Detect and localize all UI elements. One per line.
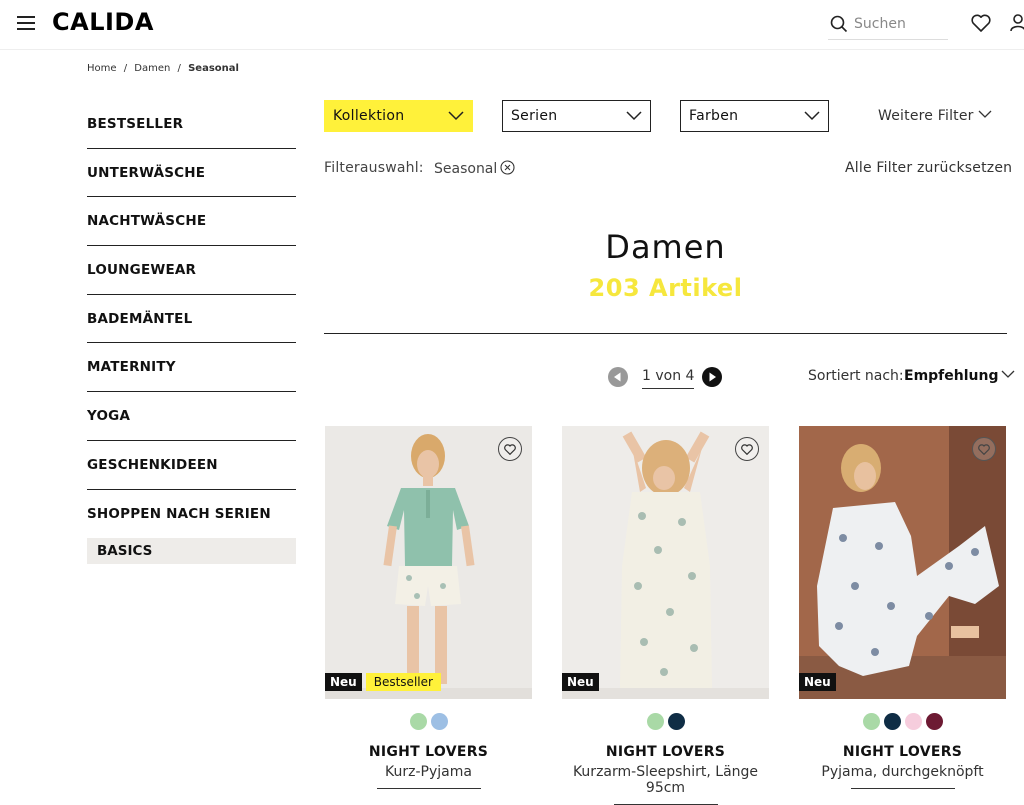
filter-farben-dropdown[interactable]: Farben (680, 100, 829, 132)
filter-kollektion-label: Kollektion (333, 108, 405, 124)
badge-new: Neu (562, 673, 599, 691)
breadcrumb-damen[interactable]: Damen (134, 63, 170, 74)
sidebar-subitem-basics[interactable]: BASICS (87, 538, 296, 565)
chevron-down-icon (978, 110, 992, 118)
chevron-down-icon (448, 111, 464, 121)
breadcrumb-current: Seasonal (188, 63, 239, 74)
filter-chip-label: Seasonal (434, 161, 498, 177)
product-photo-pyjama-short (325, 426, 532, 699)
sidebar-item-shoppen-nach-serien[interactable]: SHOPPEN NACH SERIEN (87, 490, 296, 539)
heart-icon (978, 443, 990, 455)
product-name[interactable]: Pyjama, durchgeknöpft (799, 764, 1006, 780)
product-series[interactable]: NIGHT LOVERS (562, 744, 769, 760)
color-swatch-green[interactable] (409, 713, 427, 730)
add-to-wishlist-button[interactable] (498, 437, 522, 461)
product-name[interactable]: Kurzarm-Sleepshirt, Länge 95cm (562, 764, 769, 796)
breadcrumb-separator: / (123, 63, 128, 74)
divider (324, 333, 1007, 334)
next-page-icon[interactable] (702, 367, 722, 387)
product-image[interactable]: Neu Bestseller (325, 426, 532, 699)
breadcrumb-separator: / (177, 63, 181, 74)
chevron-down-icon (1002, 370, 1015, 378)
sort-label: Sortiert nach: (808, 368, 904, 384)
sort-value: Empfehlung (904, 368, 999, 384)
sidebar-item-geschenkideen[interactable]: GESCHENKIDEEN (87, 441, 296, 490)
chevron-down-icon (626, 111, 642, 121)
color-swatches (799, 713, 1006, 731)
search-box[interactable] (828, 10, 948, 40)
more-filters-label: Weitere Filter (878, 108, 974, 124)
product-badges: Neu (562, 673, 603, 691)
color-swatch-green[interactable] (646, 713, 664, 730)
heart-icon (741, 443, 753, 455)
badge-bestseller: Bestseller (365, 673, 441, 691)
wishlist-icon[interactable] (971, 14, 991, 32)
badge-new: Neu (799, 673, 836, 691)
color-swatch-pink[interactable] (904, 713, 922, 730)
article-count: 203 Artikel (588, 274, 743, 302)
heart-icon (504, 443, 516, 455)
site-header: CALIDA (0, 0, 1024, 50)
color-swatch-light-blue[interactable] (430, 713, 448, 730)
sidebar-item-bademaentel[interactable]: BADEMÄNTEL (87, 295, 296, 344)
sidebar-item-loungewear[interactable]: LOUNGEWEAR (87, 246, 296, 295)
account-icon[interactable] (1010, 14, 1024, 32)
search-icon[interactable] (830, 15, 848, 33)
product-card[interactable]: Neu Bestseller NIGHT LOVERS Kurz-Pyjama (325, 426, 532, 789)
menu-icon[interactable] (17, 16, 35, 30)
badge-new: Neu (325, 673, 362, 691)
color-swatch-navy[interactable] (883, 713, 901, 730)
reset-filters-link[interactable]: Alle Filter zurücksetzen (845, 160, 1012, 176)
product-series[interactable]: NIGHT LOVERS (325, 744, 532, 760)
filter-serien-label: Serien (511, 108, 558, 124)
product-series[interactable]: NIGHT LOVERS (799, 744, 1006, 760)
more-filters-button[interactable]: Weitere Filter (878, 108, 992, 124)
product-photo-sleepshirt (562, 426, 769, 699)
color-swatches (562, 713, 769, 731)
sidebar-item-bestseller[interactable]: BESTSELLER (87, 100, 296, 149)
divider (850, 788, 955, 789)
sidebar-item-unterwaesche[interactable]: UNTERWÄSCHE (87, 149, 296, 198)
product-image[interactable]: Neu (799, 426, 1006, 699)
category-sidebar: BESTSELLER UNTERWÄSCHE NACHTWÄSCHE LOUNG… (87, 100, 296, 565)
sidebar-item-maternity[interactable]: MATERNITY (87, 343, 296, 393)
product-badges: Neu (799, 673, 840, 691)
color-swatch-burgundy[interactable] (925, 713, 943, 730)
filter-serien-dropdown[interactable]: Serien (502, 100, 651, 132)
add-to-wishlist-button[interactable] (972, 437, 996, 461)
brand-logo[interactable]: CALIDA (52, 8, 154, 36)
breadcrumb-home[interactable]: Home (87, 63, 117, 74)
previous-page-icon[interactable] (608, 367, 628, 387)
sidebar-item-nachtwaesche[interactable]: NACHTWÄSCHE (87, 197, 296, 247)
filter-selection-label: Filterauswahl: (324, 160, 424, 176)
filter-chip-seasonal[interactable]: Seasonal (434, 160, 515, 177)
product-photo-pyjama-long (799, 426, 1006, 699)
color-swatch-green[interactable] (862, 713, 880, 730)
chevron-down-icon (804, 111, 820, 121)
page-indicator[interactable]: 1 von 4 (642, 368, 695, 389)
product-card[interactable]: Neu NIGHT LOVERS Kurzarm-Sleepshirt, Län… (562, 426, 769, 805)
search-input[interactable] (854, 13, 946, 35)
remove-filter-icon[interactable] (500, 160, 515, 175)
breadcrumb: Home / Damen / Seasonal (87, 63, 243, 74)
filter-kollektion-dropdown[interactable]: Kollektion (324, 100, 473, 132)
sidebar-item-yoga[interactable]: YOGA (87, 392, 296, 441)
sort-dropdown[interactable]: Empfehlung (904, 368, 1015, 384)
color-swatch-navy[interactable] (667, 713, 685, 730)
add-to-wishlist-button[interactable] (735, 437, 759, 461)
product-name[interactable]: Kurz-Pyjama (325, 764, 532, 780)
product-image[interactable]: Neu (562, 426, 769, 699)
divider (376, 788, 481, 789)
color-swatches (325, 713, 532, 731)
product-badges: Neu Bestseller (325, 673, 441, 691)
filter-farben-label: Farben (689, 108, 739, 124)
product-card[interactable]: Neu NIGHT LOVERS Pyjama, durchgeknöpft (799, 426, 1006, 789)
page-title: Damen (605, 228, 726, 266)
